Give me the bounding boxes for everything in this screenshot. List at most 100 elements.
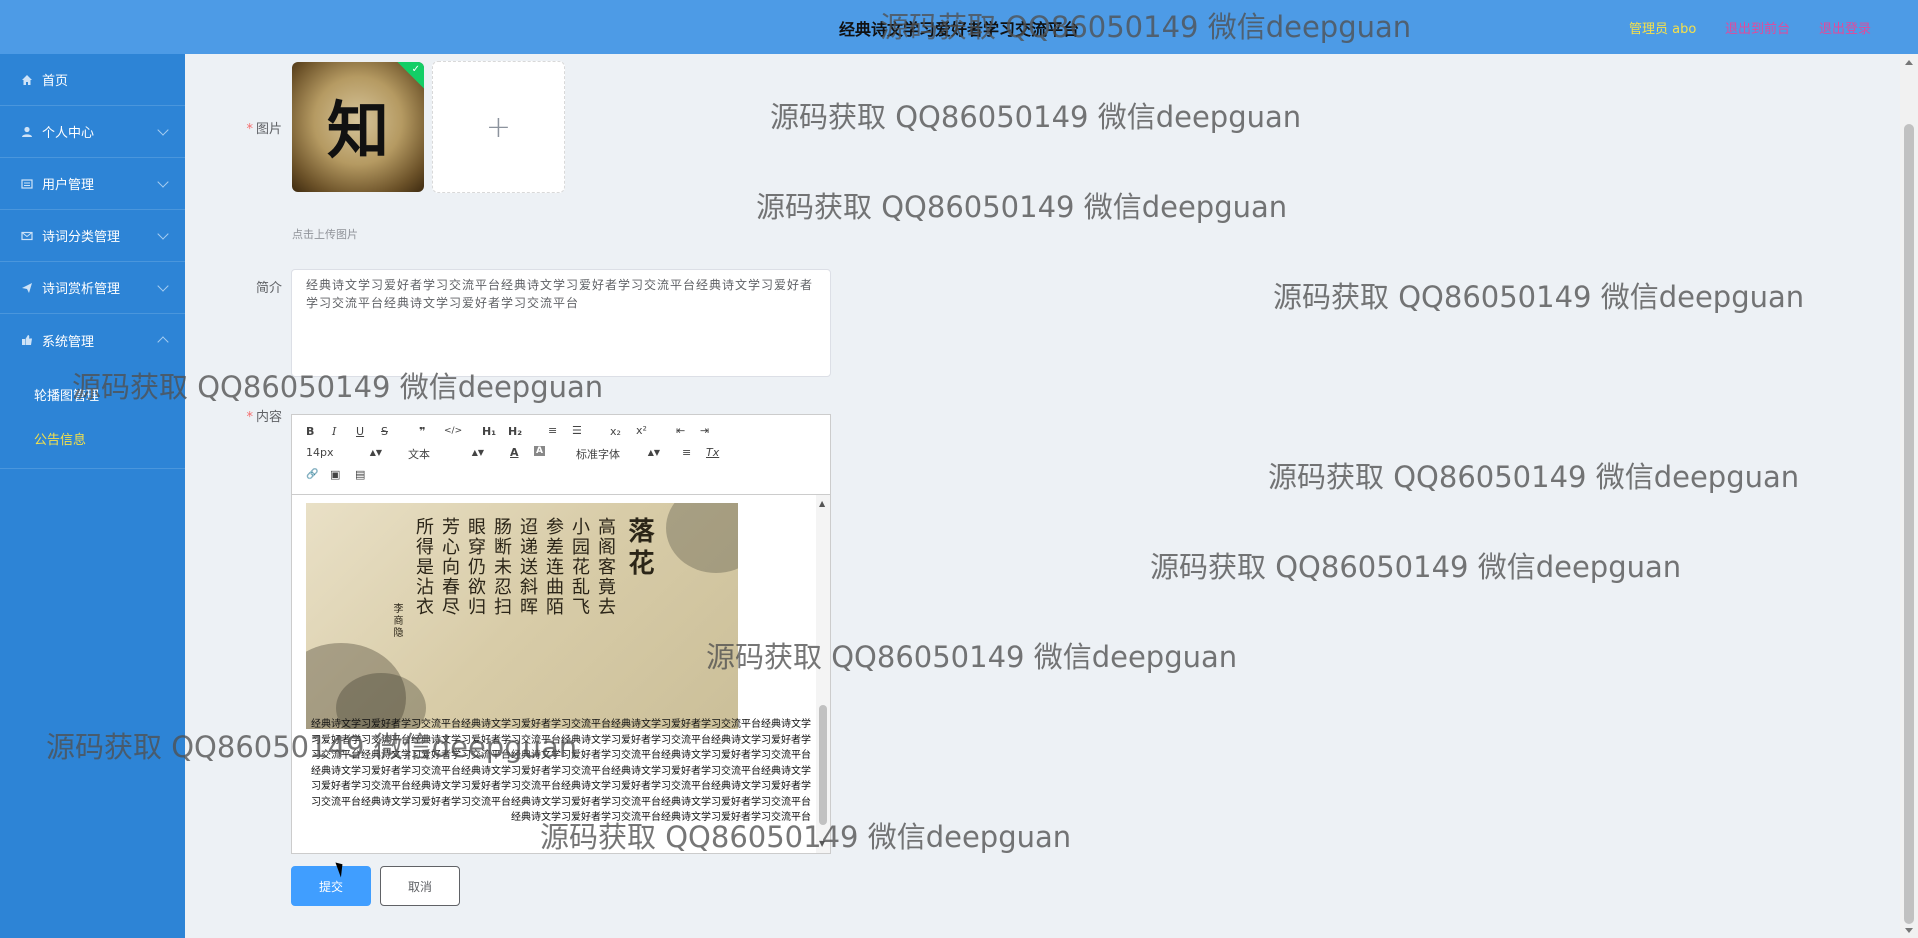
sidebar-subitem-carousel[interactable]: 轮播图管理 <box>0 372 185 416</box>
poem-line: 肠断未忍扫 <box>491 517 512 617</box>
text-color-button[interactable]: A <box>510 446 519 459</box>
scroll-up-icon[interactable]: ▲ <box>819 499 825 508</box>
header-value: 文本 <box>408 448 430 461</box>
sidebar-item-label: 用户管理 <box>42 178 95 193</box>
upload-tip: 点击上传图片 <box>292 228 358 241</box>
sidebar-item-label: 诗词分类管理 <box>42 230 121 245</box>
image-button[interactable]: ▣ <box>330 468 340 481</box>
scroll-down-icon[interactable] <box>1905 928 1913 933</box>
chevron-up-icon <box>157 336 169 348</box>
italic-button[interactable]: I <box>332 425 336 438</box>
chevron-down-icon <box>157 176 169 188</box>
h2-button[interactable]: H₂ <box>508 425 522 438</box>
image-character: 知 <box>326 94 389 167</box>
ordered-list-button[interactable]: ≡ <box>548 424 557 437</box>
header-picker[interactable]: 文本 ▲▼ <box>408 446 484 462</box>
required-mark: * <box>246 122 253 137</box>
poem-line: 芳心向春尽 <box>439 517 460 617</box>
link-button[interactable]: 🔗 <box>306 469 318 480</box>
upload-button[interactable]: + <box>432 61 565 193</box>
scroll-up-icon[interactable] <box>1905 60 1913 65</box>
chevron-down-icon <box>157 124 169 136</box>
strike-button[interactable]: S <box>381 425 388 438</box>
poem-line: 所得是沾衣 <box>413 517 434 617</box>
sidebar-subitem-label: 轮播图管理 <box>34 388 100 404</box>
blockquote-button[interactable]: ❞ <box>419 425 425 438</box>
page-scroll-thumb[interactable] <box>1904 124 1914 924</box>
background-color-button[interactable]: A <box>534 446 545 456</box>
submit-button[interactable]: 提交 <box>291 866 371 906</box>
poem-author: 李商隐 <box>391 603 402 639</box>
bullet-list-button[interactable]: ☰ <box>572 424 582 437</box>
cancel-button[interactable]: 取消 <box>380 866 460 906</box>
font-size-picker[interactable]: 14px ▲▼ <box>306 446 382 459</box>
clean-format-button[interactable]: Tx <box>706 446 719 459</box>
sidebar-item-system[interactable]: 系统管理 <box>0 314 185 366</box>
indent-button[interactable]: ⇥ <box>700 424 709 437</box>
thumb-icon <box>20 333 34 347</box>
top-bar: 经典诗文学习爱好者学习交流平台 管理员 abo 退出到前台 退出登录 <box>0 0 1918 54</box>
back-to-front-link[interactable]: 退出到前台 <box>1725 18 1790 37</box>
sidebar-item-profile[interactable]: 个人中心 <box>0 106 185 158</box>
sidebar-subitem-label: 公告信息 <box>34 432 87 448</box>
check-icon: ✓ <box>411 64 420 75</box>
editor-body-text: 经典诗文学习爱好者学习交流平台经典诗文学习爱好者学习交流平台经典诗文学习爱好者学… <box>311 719 811 823</box>
sidebar-item-label: 个人中心 <box>42 126 95 141</box>
outdent-button[interactable]: ⇤ <box>676 424 685 437</box>
image-label: * 图片 <box>192 118 282 137</box>
current-user: 管理员 abo <box>1629 22 1697 37</box>
picker-arrow-icon: ▲▼ <box>369 448 382 457</box>
code-button[interactable]: </> <box>444 426 462 436</box>
editor-scroll-thumb[interactable] <box>819 705 827 825</box>
list-icon <box>20 177 34 191</box>
poem-line: 迢递送斜晖 <box>517 517 538 617</box>
sidebar-item-poem-analysis[interactable]: 诗词赏析管理 <box>0 262 185 314</box>
picker-arrow-icon: ▲▼ <box>471 448 484 457</box>
mail-icon <box>20 229 34 243</box>
poem-line: 参差连曲陌 <box>543 517 564 617</box>
home-icon <box>20 73 34 87</box>
rich-text-editor: B I U S ❞ </> H₁ H₂ ≡ ☰ x₂ x² ⇤ ⇥ 14px ▲▼… <box>291 414 831 854</box>
editor-content-area[interactable]: 落花 高阁客竟去 小园花乱飞 参差连曲陌 迢递送斜晖 肠断未忍扫 眼穿仍欲归 芳… <box>292 495 830 853</box>
sidebar-item-home[interactable]: 首页 <box>0 54 185 106</box>
sidebar-item-label: 系统管理 <box>42 334 95 350</box>
sidebar-item-label: 诗词赏析管理 <box>42 282 121 297</box>
image-label-text: 图片 <box>255 122 282 137</box>
logout-link[interactable]: 退出登录 <box>1819 18 1871 37</box>
intro-textarea[interactable]: 经典诗文学习爱好者学习交流平台经典诗文学习爱好者学习交流平台经典诗文学习爱好者学… <box>291 269 831 377</box>
content-label: * 内容 <box>192 406 282 425</box>
system-submenu: 轮播图管理 公告信息 <box>0 366 185 469</box>
poem-painting: 落花 高阁客竟去 小园花乱飞 参差连曲陌 迢递送斜晖 肠断未忍扫 眼穿仍欲归 芳… <box>306 503 738 729</box>
align-button[interactable]: ≡ <box>682 446 691 459</box>
font-family-picker[interactable]: 标准字体 ▲▼ <box>576 446 660 462</box>
editor-scrollbar[interactable]: ▲ ▼ <box>816 495 830 853</box>
intro-label: 简介 <box>255 281 282 296</box>
send-icon <box>20 281 34 295</box>
sidebar-subitem-notice[interactable]: 公告信息 <box>0 416 185 460</box>
poem-line: 高阁客竟去 <box>595 517 616 617</box>
page-scrollbar[interactable] <box>1900 54 1918 938</box>
subscript-button[interactable]: x₂ <box>610 425 621 438</box>
superscript-button[interactable]: x² <box>636 424 647 437</box>
poem-line: 小园花乱飞 <box>569 517 590 617</box>
user-icon <box>20 125 34 139</box>
video-button[interactable]: ▤ <box>355 468 365 481</box>
sidebar-item-poem-category[interactable]: 诗词分类管理 <box>0 210 185 262</box>
content-label-text: 内容 <box>255 410 282 425</box>
sidebar-item-users[interactable]: 用户管理 <box>0 158 185 210</box>
chevron-down-icon <box>157 280 169 292</box>
editor-toolbar: B I U S ❞ </> H₁ H₂ ≡ ☰ x₂ x² ⇤ ⇥ 14px ▲▼… <box>292 415 830 495</box>
bold-button[interactable]: B <box>306 425 314 438</box>
poem-line: 眼穿仍欲归 <box>465 517 486 617</box>
required-mark: * <box>246 410 253 425</box>
ink-flower <box>666 503 738 573</box>
chevron-down-icon <box>157 228 169 240</box>
sidebar-item-label: 首页 <box>42 74 69 89</box>
underline-button[interactable]: U <box>356 425 364 438</box>
uploaded-image[interactable]: 知 ✓ <box>292 62 424 192</box>
plus-icon: + <box>485 109 512 145</box>
scroll-down-icon[interactable]: ▼ <box>819 839 825 848</box>
font-family-value: 标准字体 <box>576 448 620 461</box>
h1-button[interactable]: H₁ <box>482 425 496 438</box>
poem-title: 落花 <box>624 517 654 581</box>
